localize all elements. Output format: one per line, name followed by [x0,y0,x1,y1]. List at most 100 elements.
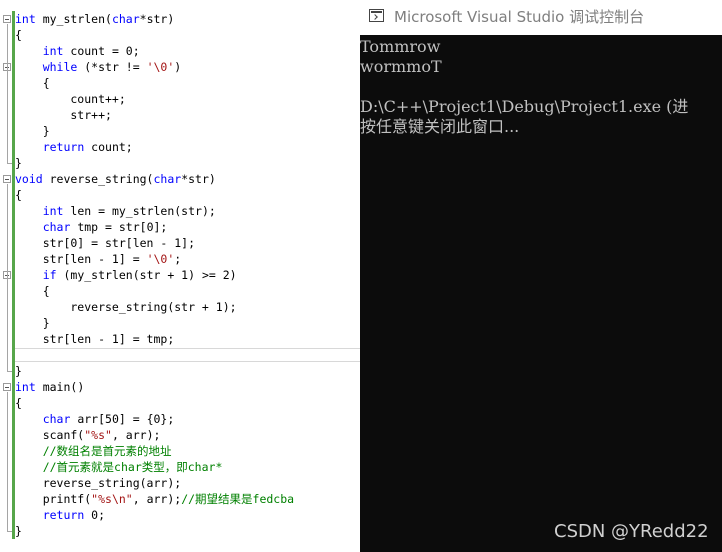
code-line[interactable]: { [0,395,360,411]
code-token: char [42,412,71,426]
code-token: ; [174,252,182,266]
code-token: } [15,524,22,538]
code-editor[interactable]: int my_strlen(char*str){ int count = 0; … [0,0,360,552]
code-line[interactable]: { [0,187,360,203]
fold-collapse-icon[interactable] [3,383,11,391]
code-line[interactable]: int count = 0; [0,43,360,59]
code-token: (my_strlen(str + 1) >= 2) [56,268,237,282]
code-line[interactable]: str[0] = str[len - 1]; [0,235,360,251]
code-text: } [15,155,22,171]
code-line[interactable]: count++; [0,91,360,107]
code-text: if (my_strlen(str + 1) >= 2) [15,267,237,283]
code-token: { [15,188,22,202]
code-line[interactable]: } [0,363,360,379]
code-line[interactable]: while (*str != '\0') [0,59,360,75]
fold-collapse-icon[interactable] [3,15,11,23]
code-token: //首元素就是char类型，即char* [42,460,223,474]
code-token: "%s" [84,428,112,442]
console-window-icon [369,9,384,22]
code-token: char [153,172,182,186]
code-token: reverse_string(str + 1); [15,300,237,314]
code-line[interactable]: } [0,123,360,139]
debug-console-window[interactable]: Microsoft Visual Studio 调试控制台 Tommrow wor… [360,0,722,552]
code-line[interactable]: str[len - 1] = '\0'; [0,251,360,267]
code-line[interactable]: } [0,523,360,539]
code-line[interactable]: return 0; [0,507,360,523]
code-line[interactable]: reverse_string(str + 1); [0,299,360,315]
outline-guide [7,24,8,164]
code-line[interactable] [0,347,360,363]
code-text: str[0] = str[len - 1]; [15,235,195,251]
code-line[interactable]: return count; [0,139,360,155]
code-line[interactable]: str[len - 1] = tmp; [0,331,360,347]
code-text: char tmp = str[0]; [15,219,168,235]
code-token: , arr); [111,428,161,442]
code-text: char arr[50] = {0}; [15,411,175,427]
code-text: str[len - 1] = tmp; [15,331,175,347]
code-token: main() [35,380,85,394]
fold-collapse-icon[interactable] [3,175,11,183]
code-line[interactable]: scanf("%s", arr); [0,427,360,443]
code-text: str[len - 1] = '\0'; [15,251,182,267]
code-token: len = my_strlen(str); [63,204,216,218]
code-token: 0; [84,508,106,522]
code-line[interactable]: //首元素就是char类型，即char* [0,459,360,475]
code-text: return count; [15,139,133,155]
console-title-bar[interactable]: Microsoft Visual Studio 调试控制台 [360,0,722,35]
code-line[interactable]: //数组名是首元素的地址 [0,443,360,459]
code-line[interactable]: { [0,75,360,91]
console-title: Microsoft Visual Studio 调试控制台 [394,8,645,26]
code-text: { [15,27,22,43]
code-token: } [15,316,50,330]
code-line[interactable]: int main() [0,379,360,395]
code-text: return 0; [15,507,105,523]
code-token: } [15,364,22,378]
code-text: { [15,283,50,299]
code-token: count; [84,140,133,154]
code-text: reverse_string(arr); [15,475,181,491]
code-line[interactable]: int len = my_strlen(str); [0,203,360,219]
code-token: reverse_string(arr); [15,476,182,490]
code-line[interactable]: { [0,283,360,299]
code-token: { [15,28,22,42]
code-line[interactable]: printf("%s\n", arr);//期望结果是fedcba [0,491,360,507]
console-line: 按任意键关闭此窗口... [360,117,520,136]
code-token: //数组名是首元素的地址 [42,444,172,458]
code-token: '\0' [146,60,175,74]
code-token: count++; [15,92,126,106]
code-line[interactable]: } [0,155,360,171]
code-text: //数组名是首元素的地址 [15,443,172,459]
code-line[interactable]: } [0,315,360,331]
code-text: printf("%s\n", arr);//期望结果是fedcba [15,491,294,507]
code-token: arr[50] = {0}; [70,412,175,426]
code-text: } [15,315,50,331]
code-token: int [15,12,36,26]
code-line[interactable]: reverse_string(arr); [0,475,360,491]
code-line[interactable]: char tmp = str[0]; [0,219,360,235]
code-line[interactable]: int my_strlen(char*str) [0,11,360,27]
code-text: } [15,123,50,139]
console-line: wormmoT [360,57,442,76]
code-token: str++; [15,108,112,122]
code-line[interactable]: str++; [0,107,360,123]
code-line[interactable]: if (my_strlen(str + 1) >= 2) [0,267,360,283]
code-text: int my_strlen(char*str) [15,11,174,27]
code-text: int count = 0; [15,43,140,59]
code-token: void [15,172,43,186]
console-line: Tommrow [360,37,441,56]
code-text: } [15,523,22,539]
code-token: reverse_string( [42,172,154,186]
code-line[interactable]: void reverse_string(char*str) [0,171,360,187]
code-line[interactable]: char arr[50] = {0}; [0,411,360,427]
code-line[interactable]: { [0,27,360,43]
code-text: scanf("%s", arr); [15,427,161,443]
